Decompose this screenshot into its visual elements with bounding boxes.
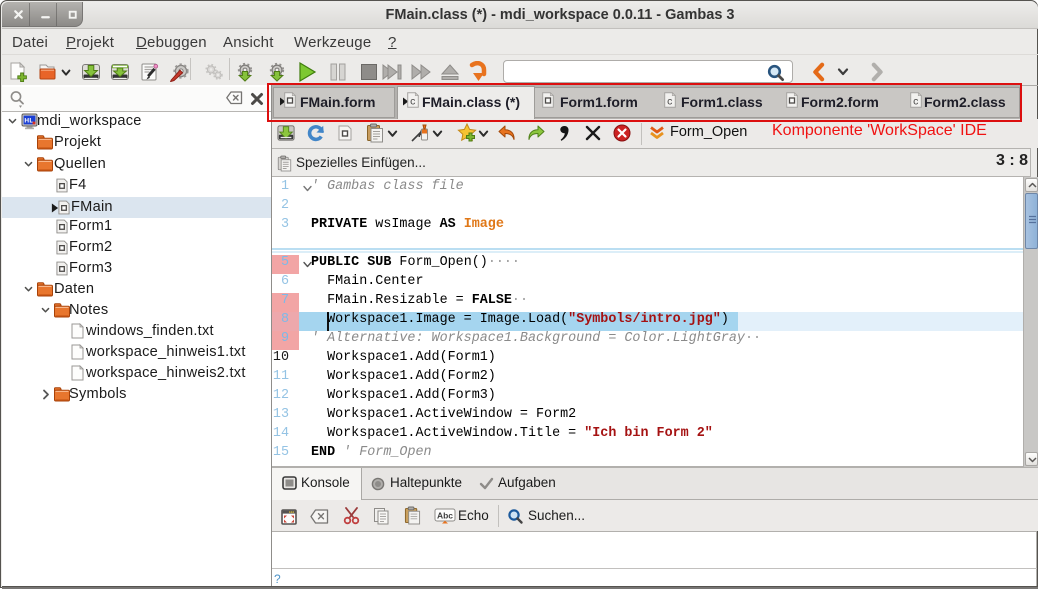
svg-text:Abc: Abc [437,511,453,521]
svg-text:HL: HL [24,118,33,125]
